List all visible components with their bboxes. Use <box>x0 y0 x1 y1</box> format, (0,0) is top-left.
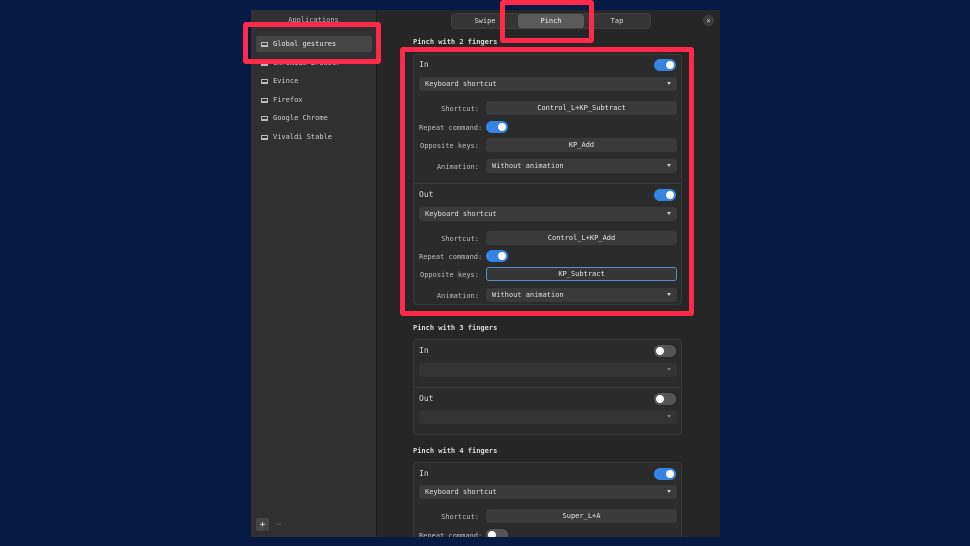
pinch-2-in-opposite-field[interactable]: KP_Add <box>486 138 677 152</box>
section-title-pinch-4: Pinch with 4 fingers <box>413 447 498 455</box>
animation-label: Animation: <box>436 292 479 300</box>
tab-swipe[interactable]: Swipe <box>452 14 518 28</box>
sidebar-title: Applications <box>288 16 339 24</box>
shortcut-label: Shortcut: <box>441 513 479 521</box>
direction-label-in: In <box>419 469 429 478</box>
tab-tap[interactable]: Tap <box>584 14 650 28</box>
window-icon <box>261 115 268 121</box>
shortcut-label: Shortcut: <box>441 105 479 113</box>
pinch-3-out-action-select[interactable] <box>419 410 677 424</box>
direction-label-out: Out <box>419 394 434 403</box>
sidebar-item-label: Google Chrome <box>273 114 328 122</box>
pinch-3-fingers-panel: In Out <box>413 339 682 435</box>
sidebar-item-firefox[interactable]: Firefox <box>256 92 372 108</box>
pinch-2-in-shortcut-field[interactable]: Control_L+KP_Subtract <box>486 101 677 115</box>
animation-label: Animation: <box>436 163 479 171</box>
sidebar-item-google-chrome[interactable]: Google Chrome <box>256 110 372 126</box>
repeat-command-label: Repeat command: <box>419 124 483 132</box>
window-icon <box>261 97 268 103</box>
direction-label-in: In <box>419 60 429 69</box>
section-title-pinch-2: Pinch with 2 fingers <box>413 38 498 46</box>
pinch-2-out-animation-select[interactable]: Without animation <box>486 288 677 302</box>
remove-application-button[interactable]: − <box>272 518 285 531</box>
section-title-pinch-3: Pinch with 3 fingers <box>413 324 498 332</box>
gestures-window: Applications Global gestures Chromium Br… <box>251 10 720 537</box>
add-application-button[interactable]: + <box>256 518 269 531</box>
sidebar-item-label: Firefox <box>273 96 303 104</box>
tab-pinch[interactable]: Pinch <box>518 14 584 28</box>
sidebar-item-vivaldi-stable[interactable]: Vivaldi Stable <box>256 129 372 145</box>
pinch-2-in-animation-select[interactable]: Without animation <box>486 159 677 173</box>
pinch-3-in-action-select[interactable] <box>419 363 677 377</box>
pinch-2-out-toggle[interactable] <box>654 189 676 201</box>
chevron-down-icon <box>667 164 671 167</box>
pinch-3-out-toggle[interactable] <box>654 393 676 405</box>
sidebar-item-label: Global gestures <box>273 40 337 48</box>
pinch-2-in-repeat-toggle[interactable] <box>486 121 508 133</box>
pinch-4-in-shortcut-field[interactable]: Super_L+A <box>486 509 677 523</box>
window-icon <box>261 78 268 84</box>
window-icon <box>261 60 268 66</box>
direction-label-out: Out <box>419 190 434 199</box>
close-icon[interactable]: × <box>703 15 714 26</box>
gesture-type-tabs: Swipe Pinch Tap <box>451 13 651 29</box>
window-icon <box>261 41 268 47</box>
chevron-down-icon <box>667 293 671 296</box>
opposite-keys-label: Opposite keys: <box>419 271 479 279</box>
pinch-2-fingers-panel: In Keyboard shortcut Shortcut: Control_L… <box>413 54 682 305</box>
action-select-value: Keyboard shortcut <box>425 80 497 88</box>
window-icon <box>261 134 268 140</box>
opposite-keys-label: Opposite keys: <box>419 142 479 150</box>
sidebar-item-label: Evince <box>273 77 299 85</box>
chevron-down-icon <box>667 368 671 371</box>
pinch-2-out-shortcut-field[interactable]: Control_L+KP_Add <box>486 231 677 245</box>
sidebar-item-chromium-browser[interactable]: Chromium Browser <box>256 55 372 71</box>
chevron-down-icon <box>667 212 671 215</box>
chevron-down-icon <box>667 82 671 85</box>
divider <box>414 183 681 184</box>
sidebar-item-global-gestures[interactable]: Global gestures <box>256 36 372 52</box>
pinch-4-fingers-panel: In Keyboard shortcut Shortcut: Super_L+A… <box>413 462 682 537</box>
animation-select-value: Without animation <box>492 291 564 299</box>
pinch-2-out-repeat-toggle[interactable] <box>486 250 508 262</box>
divider <box>414 387 681 388</box>
pinch-2-in-action-select[interactable]: Keyboard shortcut <box>419 77 677 91</box>
sidebar-item-label: Chromium Browser <box>273 59 341 67</box>
pinch-4-in-toggle[interactable] <box>654 468 676 480</box>
pinch-2-out-opposite-field[interactable]: KP_Subtract <box>486 267 677 281</box>
action-select-value: Keyboard shortcut <box>425 488 497 496</box>
sidebar-item-evince[interactable]: Evince <box>256 73 372 89</box>
animation-select-value: Without animation <box>492 162 564 170</box>
pinch-2-in-toggle[interactable] <box>654 59 676 71</box>
shortcut-label: Shortcut: <box>441 235 479 243</box>
action-select-value: Keyboard shortcut <box>425 210 497 218</box>
pinch-3-in-toggle[interactable] <box>654 345 676 357</box>
chevron-down-icon <box>667 415 671 418</box>
applications-sidebar: Applications Global gestures Chromium Br… <box>251 10 377 537</box>
pinch-4-in-action-select[interactable]: Keyboard shortcut <box>419 485 677 499</box>
direction-label-in: In <box>419 346 429 355</box>
pinch-2-out-action-select[interactable]: Keyboard shortcut <box>419 207 677 221</box>
repeat-command-label: Repeat command: <box>419 532 483 537</box>
sidebar-item-label: Vivaldi Stable <box>273 133 333 141</box>
repeat-command-label: Repeat command: <box>419 253 483 261</box>
chevron-down-icon <box>667 490 671 493</box>
pinch-4-in-repeat-toggle[interactable] <box>486 529 508 537</box>
